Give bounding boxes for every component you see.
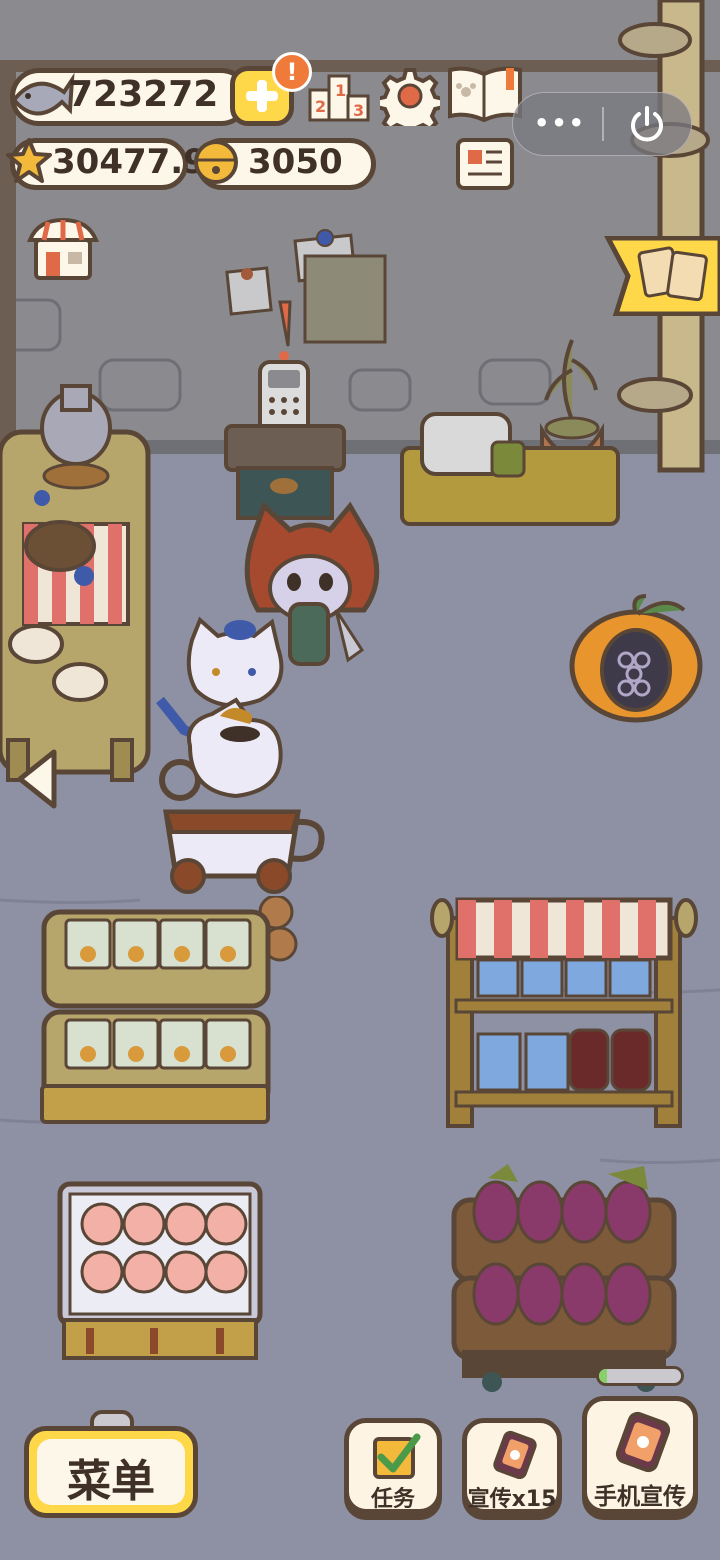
arrow-left-icon [17,749,57,809]
menu-board: 菜单 [24,1426,198,1518]
bell-icon [194,140,238,184]
star-icon [6,138,52,183]
close-miniprogram-button[interactable] [619,103,675,145]
dragonfruit-baskets [451,1164,677,1392]
phone-promo-button[interactable]: 手机宣传 [582,1396,698,1514]
newspaper-button[interactable] [454,136,516,192]
phone-promo-icon [493,1430,537,1479]
promo-label: 宣传x15 [467,1487,557,1512]
snack-event-button[interactable] [602,236,720,316]
podium-digit-1: 1 [335,81,346,100]
menu-button[interactable]: 菜单 [24,1410,198,1518]
game-scene: 723272 ! 2 1 3 ••• 30477.9 3050 菜单 任务 宣传… [0,0,720,1560]
phone-stand [224,300,346,520]
checkbox-task-icon [373,1433,421,1479]
power-icon [631,106,663,142]
orange-grape-decoration [569,594,703,723]
settings-button[interactable] [380,66,440,126]
milk-shelf [430,897,698,1128]
promo-button[interactable]: 宣传x15 [462,1418,562,1514]
mini-program-capsule: ••• [512,92,692,156]
canned-food-baskets [40,896,298,1124]
picnic-table [0,384,151,782]
shop-icon [27,217,99,280]
cats-group [156,501,380,894]
promo-progress-fill [599,1369,608,1383]
alert-badge: ! [272,52,312,92]
scroll-left-button[interactable] [14,748,62,810]
cracker-flag-icon [604,236,720,316]
smartphone-icon [615,1411,671,1473]
menu-label: 菜单 [67,1456,155,1507]
fish-icon [11,72,75,116]
podium-digit-3: 3 [353,101,364,120]
newspaper-icon [456,138,514,190]
podium-digit-2: 2 [315,97,326,116]
leaderboard-button[interactable]: 2 1 3 [308,68,370,124]
cake-display-fridge [57,1181,263,1360]
shop-button[interactable] [26,214,100,284]
phone-promo-label: 手机宣传 [594,1484,686,1510]
capsule-divider [602,107,604,141]
task-button[interactable]: 任务 [344,1418,442,1514]
gear-icon [380,68,440,126]
promo-progress-bar [596,1366,684,1386]
more-options-button[interactable]: ••• [533,105,587,141]
podium-icon: 2 1 3 [308,74,370,122]
task-label: 任务 [370,1487,415,1512]
bell-count: 3050 [248,142,343,182]
fish-count: 723272 [68,74,219,115]
hay-bed-with-plant [400,339,620,526]
star-count: 30477.9 [52,142,207,182]
